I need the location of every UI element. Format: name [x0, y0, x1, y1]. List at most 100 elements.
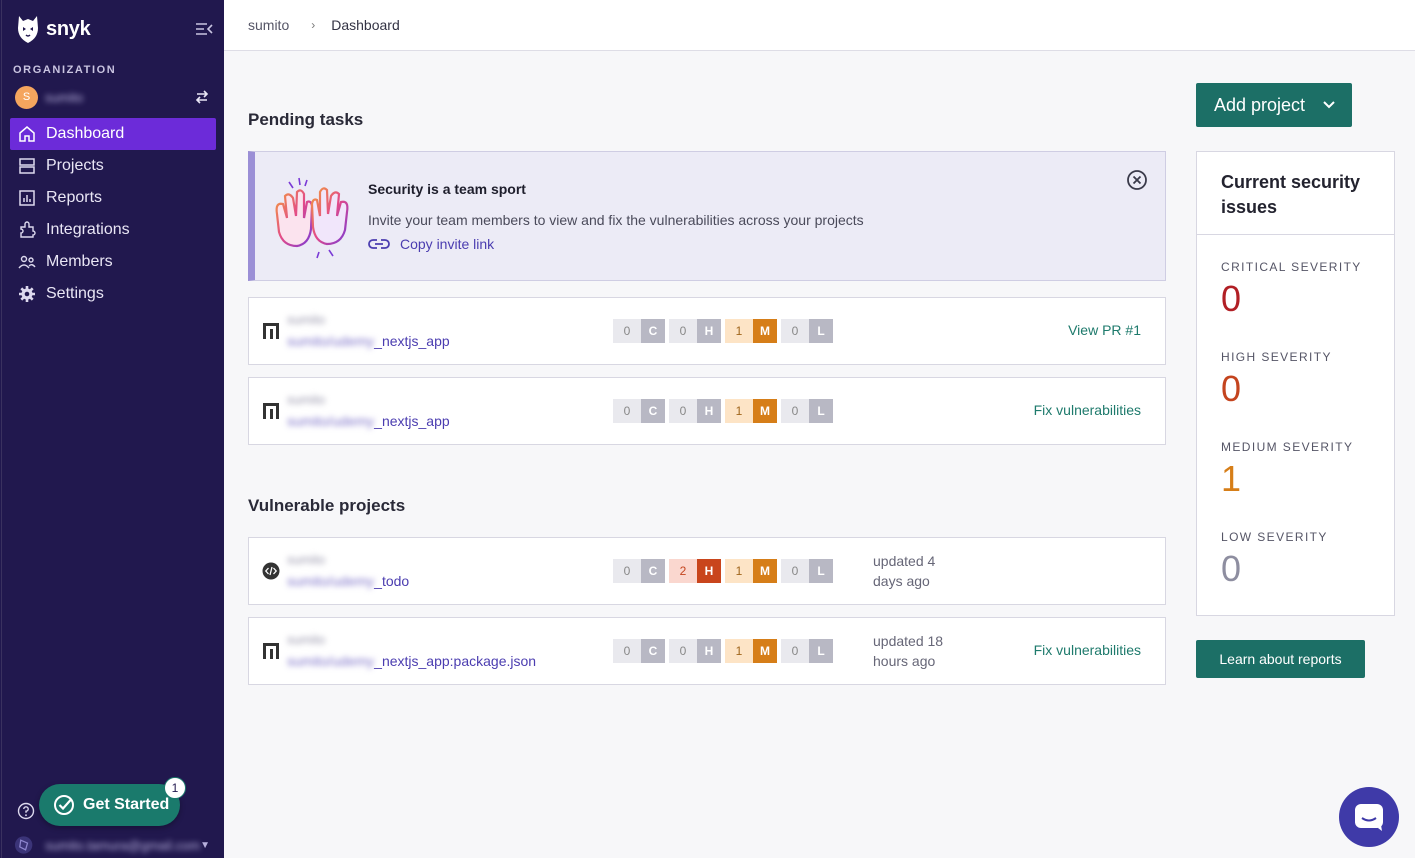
updated-line-2: hours ago: [873, 653, 936, 669]
banner-text: Invite your team members to view and fix…: [368, 212, 864, 228]
critical-value: 0: [1221, 278, 1242, 319]
project-name-prefix: sumito/udemy: [287, 653, 375, 669]
medium-count: 1: [725, 639, 753, 663]
chevron-down-icon: [1323, 101, 1335, 109]
project-name-prefix: sumito/udemy: [287, 333, 375, 349]
project-name-prefix: sumito/udemy: [287, 573, 375, 589]
high-five-icon: [275, 177, 349, 259]
snyk-dog-icon: [18, 16, 38, 43]
project-name-link[interactable]: sumito/udemy_todo: [287, 573, 409, 589]
medium-letter: M: [753, 639, 777, 663]
sidebar-item-label: Members: [46, 253, 113, 270]
low-count: 0: [781, 399, 809, 423]
npm-icon: [263, 403, 279, 419]
high-count: 2: [669, 559, 697, 583]
project-org: sumito: [287, 632, 326, 647]
integrations-icon: [20, 221, 36, 238]
org-avatar: S: [15, 85, 38, 109]
medium-value: 1: [1221, 458, 1242, 499]
user-avatar-icon: [14, 836, 33, 854]
low-letter: L: [809, 639, 833, 663]
critical-count: 0: [613, 639, 641, 663]
organization-selector[interactable]: S sumito: [15, 85, 215, 109]
copy-invite-link[interactable]: Copy invite link: [368, 236, 494, 252]
medium-letter: M: [753, 319, 777, 343]
get-started-label: Get Started: [83, 796, 170, 813]
medium-count: 1: [725, 319, 753, 343]
critical-count: 0: [613, 319, 641, 343]
organization-label: ORGANIZATION: [13, 64, 117, 76]
link-icon: [368, 239, 390, 249]
sidebar-item-reports[interactable]: Reports: [10, 182, 216, 214]
org-name: sumito: [45, 89, 84, 105]
sidebar-item-members[interactable]: Members: [10, 246, 216, 278]
fix-vulnerabilities-link[interactable]: Fix vulnerabilities: [1034, 402, 1141, 418]
pending-task-row: sumito sumito/udemy_nextjs_app 0C 0H 1M …: [248, 377, 1166, 445]
sidebar-nav: Dashboard Projects Reports Integrations …: [10, 118, 216, 310]
snyk-logo[interactable]: snyk: [16, 14, 91, 44]
low-letter: L: [809, 399, 833, 423]
help-icon[interactable]: [17, 802, 35, 820]
updated-line-1: updated 4: [873, 553, 936, 569]
project-name-link[interactable]: sumito/udemy_nextjs_app:package.json: [287, 653, 536, 669]
npm-icon: [263, 643, 279, 659]
banner-title: Security is a team sport: [368, 181, 526, 197]
project-name-prefix: sumito/udemy: [287, 413, 375, 429]
low-label: LOW SEVERITY: [1221, 530, 1328, 544]
medium-letter: M: [753, 399, 777, 423]
sidebar-item-settings[interactable]: Settings: [10, 278, 216, 310]
high-label: HIGH SEVERITY: [1221, 350, 1332, 364]
high-severity: HIGH SEVERITY 0: [1221, 350, 1332, 410]
sidebar-item-integrations[interactable]: Integrations: [10, 214, 216, 246]
get-started-badge: 1: [164, 777, 186, 799]
add-project-label: Add project: [1214, 94, 1306, 115]
get-started-button[interactable]: Get Started: [39, 784, 180, 826]
security-issues-card: Current security issues CRITICAL SEVERIT…: [1196, 151, 1395, 616]
low-value: 0: [1221, 548, 1242, 589]
critical-count: 0: [613, 399, 641, 423]
chat-launcher-button[interactable]: [1339, 787, 1399, 847]
sidebar-item-label: Integrations: [46, 221, 130, 238]
caret-down-icon: ▼: [200, 839, 210, 851]
project-name-link[interactable]: sumito/udemy_nextjs_app: [287, 413, 450, 429]
low-count: 0: [781, 639, 809, 663]
critical-letter: C: [641, 559, 665, 583]
members-icon: [18, 255, 36, 269]
reports-icon: [19, 190, 35, 206]
medium-count: 1: [725, 399, 753, 423]
project-org: sumito: [287, 392, 326, 407]
issues-title: Current security issues: [1197, 152, 1394, 235]
user-menu[interactable]: sumito.tamura@gmail.com ▼: [14, 834, 220, 856]
high-count: 0: [669, 319, 697, 343]
code-icon: [262, 562, 280, 580]
updated-time: updated 18 hours ago: [873, 631, 943, 671]
high-letter: H: [697, 559, 721, 583]
pending-tasks-title: Pending tasks: [248, 110, 364, 129]
check-circle-icon: [54, 795, 74, 815]
sidebar-item-label: Reports: [46, 189, 103, 206]
high-value: 0: [1221, 368, 1242, 409]
low-letter: L: [809, 559, 833, 583]
switch-org-icon[interactable]: [194, 89, 210, 105]
add-project-button[interactable]: Add project: [1196, 83, 1352, 127]
home-icon: [19, 126, 35, 142]
sidebar-item-label: Settings: [46, 285, 104, 302]
view-pr-link[interactable]: View PR #1: [1068, 322, 1141, 338]
low-severity: LOW SEVERITY 0: [1221, 530, 1328, 590]
updated-line-2: days ago: [873, 573, 930, 589]
collapse-sidebar-icon[interactable]: [195, 22, 213, 36]
breadcrumb-org[interactable]: sumito: [248, 17, 289, 33]
sidebar-item-projects[interactable]: Projects: [10, 150, 216, 182]
sidebar-item-dashboard[interactable]: Dashboard: [10, 118, 216, 150]
fix-vulnerabilities-link[interactable]: Fix vulnerabilities: [1034, 642, 1141, 658]
close-icon[interactable]: [1126, 169, 1148, 191]
sidebar: snyk ORGANIZATION S sumito Dashboard Pro…: [0, 0, 224, 858]
project-name-suffix: _todo: [374, 573, 410, 589]
chevron-right-icon: ›: [311, 18, 316, 32]
learn-about-reports-button[interactable]: Learn about reports: [1196, 640, 1365, 678]
project-name-link[interactable]: sumito/udemy_nextjs_app: [287, 333, 450, 349]
vulnerable-projects-title: Vulnerable projects: [248, 496, 406, 515]
logo-text: snyk: [46, 17, 91, 40]
severity-chips: 0C 0H 1M 0L: [613, 399, 837, 423]
low-count: 0: [781, 559, 809, 583]
